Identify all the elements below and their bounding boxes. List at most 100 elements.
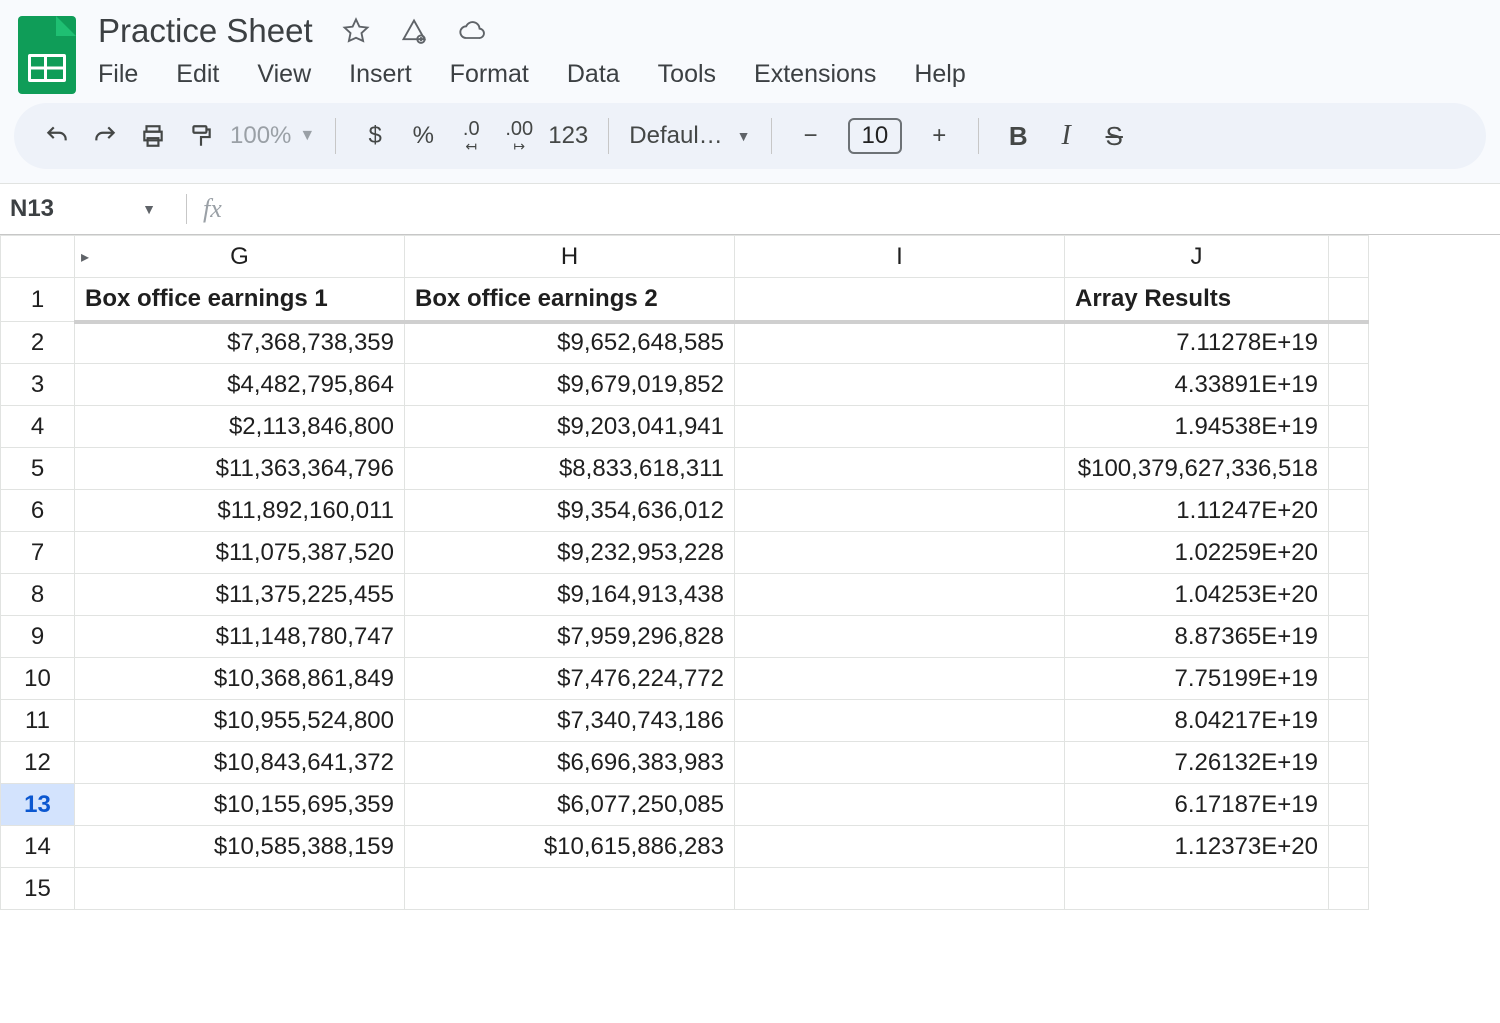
row-head-1[interactable]: 1 (1, 278, 75, 322)
select-all-corner[interactable] (1, 236, 75, 278)
cell[interactable]: $7,476,224,772 (405, 658, 735, 700)
format-percent-button[interactable]: % (404, 117, 442, 155)
cell[interactable]: $7,368,738,359 (75, 322, 405, 364)
row-head-14[interactable]: 14 (1, 826, 75, 868)
cell[interactable] (1065, 868, 1329, 910)
cell[interactable]: $11,892,160,011 (75, 490, 405, 532)
cell[interactable]: $9,203,041,941 (405, 406, 735, 448)
header-cell-I[interactable] (735, 278, 1065, 322)
paint-format-button[interactable] (182, 117, 220, 155)
menu-help[interactable]: Help (914, 60, 965, 89)
cell[interactable] (735, 406, 1065, 448)
cell[interactable] (735, 616, 1065, 658)
header-cell-H[interactable]: Box office earnings 2 (405, 278, 735, 322)
cell[interactable] (1329, 406, 1369, 448)
cell[interactable] (735, 868, 1065, 910)
row-head-8[interactable]: 8 (1, 574, 75, 616)
col-head-I[interactable]: I (735, 236, 1065, 278)
cell[interactable]: $11,363,364,796 (75, 448, 405, 490)
cell[interactable]: $7,959,296,828 (405, 616, 735, 658)
print-button[interactable] (134, 117, 172, 155)
cell[interactable] (1329, 658, 1369, 700)
menu-view[interactable]: View (257, 60, 311, 89)
name-box[interactable]: N13 ▼ (10, 195, 170, 223)
cell[interactable] (1329, 742, 1369, 784)
menu-insert[interactable]: Insert (349, 60, 412, 89)
font-size-decrease-button[interactable]: − (792, 117, 830, 155)
col-head-G[interactable]: ▸ G (75, 236, 405, 278)
star-icon[interactable] (341, 16, 371, 46)
cell[interactable]: $11,148,780,747 (75, 616, 405, 658)
row-head-12[interactable]: 12 (1, 742, 75, 784)
row-head-9[interactable]: 9 (1, 616, 75, 658)
cell[interactable]: 7.26132E+19 (1065, 742, 1329, 784)
cell[interactable]: $100,379,627,336,518 (1065, 448, 1329, 490)
cell[interactable]: $10,368,861,849 (75, 658, 405, 700)
move-icon[interactable] (399, 16, 429, 46)
cell[interactable]: $11,375,225,455 (75, 574, 405, 616)
menu-extensions[interactable]: Extensions (754, 60, 876, 89)
cell[interactable]: 6.17187E+19 (1065, 784, 1329, 826)
menu-format[interactable]: Format (450, 60, 529, 89)
fx-icon[interactable]: fx (203, 194, 222, 224)
formula-input[interactable] (222, 184, 1500, 234)
cell[interactable] (735, 574, 1065, 616)
cell[interactable] (1329, 322, 1369, 364)
cell[interactable]: 7.11278E+19 (1065, 322, 1329, 364)
cell[interactable]: $10,843,641,372 (75, 742, 405, 784)
cell[interactable]: 1.12373E+20 (1065, 826, 1329, 868)
row-head-10[interactable]: 10 (1, 658, 75, 700)
row-head-6[interactable]: 6 (1, 490, 75, 532)
menu-data[interactable]: Data (567, 60, 620, 89)
cell[interactable] (1329, 364, 1369, 406)
cell[interactable]: $9,652,648,585 (405, 322, 735, 364)
cell[interactable] (735, 700, 1065, 742)
more-formats-button[interactable]: 123 (548, 117, 588, 155)
row-head-11[interactable]: 11 (1, 700, 75, 742)
cell[interactable] (1329, 826, 1369, 868)
font-family-dropdown[interactable]: Defaul… ▼ (629, 122, 750, 150)
menu-edit[interactable]: Edit (176, 60, 219, 89)
cell[interactable] (735, 448, 1065, 490)
cell[interactable] (735, 742, 1065, 784)
cell[interactable] (1329, 574, 1369, 616)
cell[interactable]: $9,164,913,438 (405, 574, 735, 616)
cell[interactable] (735, 826, 1065, 868)
cell[interactable]: 1.94538E+19 (1065, 406, 1329, 448)
cell[interactable] (735, 658, 1065, 700)
cell[interactable]: 8.04217E+19 (1065, 700, 1329, 742)
cell[interactable] (735, 322, 1065, 364)
row-head-7[interactable]: 7 (1, 532, 75, 574)
row-head-15[interactable]: 15 (1, 868, 75, 910)
sheets-doc-icon[interactable] (18, 16, 76, 94)
cell[interactable]: 4.33891E+19 (1065, 364, 1329, 406)
font-size-input[interactable]: 10 (848, 118, 903, 154)
col-head-H[interactable]: H (405, 236, 735, 278)
header-cell-G[interactable]: Box office earnings 1 (75, 278, 405, 322)
cell[interactable]: $6,077,250,085 (405, 784, 735, 826)
cell[interactable] (1329, 868, 1369, 910)
header-cell-J[interactable]: Array Results (1065, 278, 1329, 322)
cell[interactable]: 1.04253E+20 (1065, 574, 1329, 616)
cell[interactable]: $10,615,886,283 (405, 826, 735, 868)
font-size-increase-button[interactable]: + (920, 117, 958, 155)
cell[interactable]: $9,232,953,228 (405, 532, 735, 574)
cell[interactable]: $6,696,383,983 (405, 742, 735, 784)
bold-button[interactable]: B (999, 117, 1037, 155)
cell[interactable] (1329, 784, 1369, 826)
row-head-13[interactable]: 13 (1, 784, 75, 826)
cell[interactable]: 8.87365E+19 (1065, 616, 1329, 658)
cell[interactable]: $8,833,618,311 (405, 448, 735, 490)
decrease-decimal-button[interactable]: .0 ↤ (452, 117, 490, 155)
row-head-3[interactable]: 3 (1, 364, 75, 406)
cell[interactable] (1329, 700, 1369, 742)
cell[interactable] (735, 784, 1065, 826)
increase-decimal-button[interactable]: .00 ↦ (500, 117, 538, 155)
cell[interactable]: $10,955,524,800 (75, 700, 405, 742)
cell[interactable] (405, 868, 735, 910)
cell[interactable]: $4,482,795,864 (75, 364, 405, 406)
format-currency-button[interactable]: $ (356, 117, 394, 155)
cell[interactable] (735, 532, 1065, 574)
cell[interactable] (735, 364, 1065, 406)
cell[interactable]: $10,585,388,159 (75, 826, 405, 868)
